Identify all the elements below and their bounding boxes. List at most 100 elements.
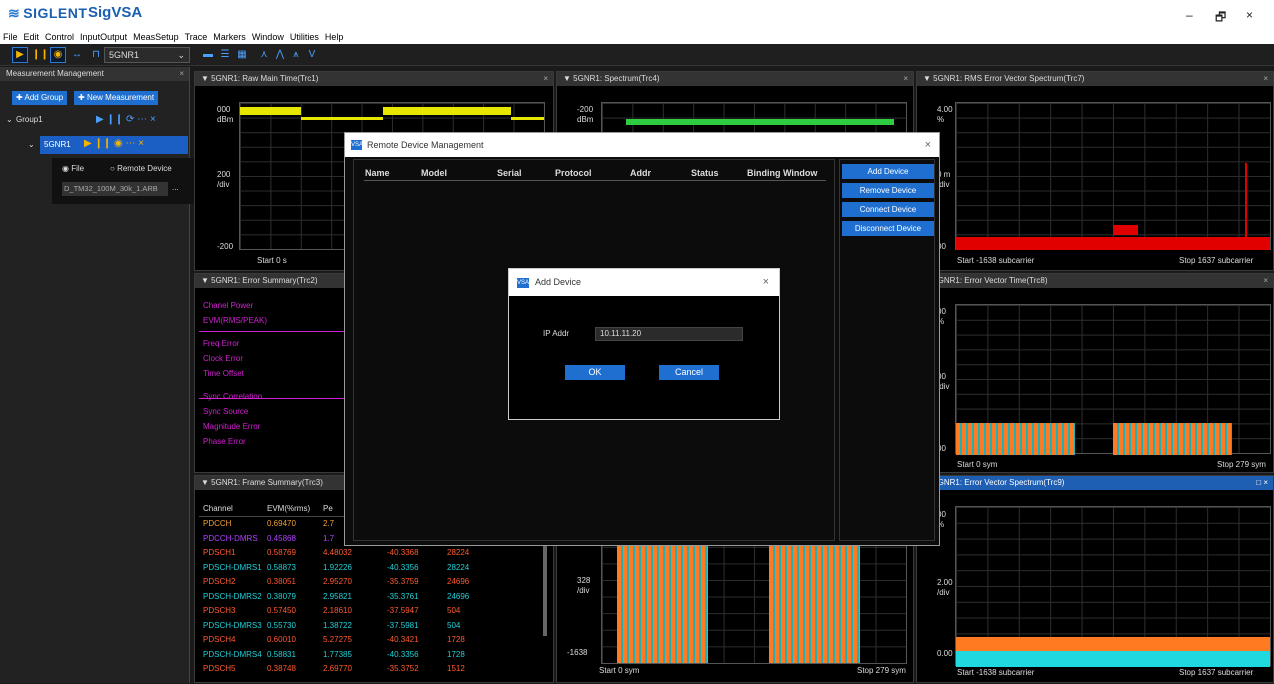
file-path-field[interactable]: D_TM32_100M_30k_1.ARB [62, 182, 168, 196]
restore-button[interactable]: 🗗 [1215, 8, 1226, 29]
close-icon[interactable]: × [179, 67, 184, 81]
layout-2-icon[interactable]: ☰ [217, 47, 233, 63]
add-group-label: Add Group [24, 93, 64, 102]
table-cell-evm: 0.38051 [267, 577, 296, 586]
column-header-addr: Addr [630, 168, 651, 178]
pause-icon[interactable]: ❙❙ [31, 47, 49, 63]
x-stop-label: Stop 1637 subcarrier [1179, 668, 1254, 677]
layout-grid-icon[interactable]: ▦ [234, 47, 250, 63]
close-icon[interactable]: × [763, 269, 769, 296]
phase-error-label: Phase Error [203, 437, 246, 446]
measurement-row[interactable]: 5GNR1 ▶ ❙❙ ◉ ⋯ × [40, 136, 188, 154]
menu-bar: File Edit Control InputOutput MeasSetup Trace… [0, 30, 1274, 44]
table-cell-evm: 0.69470 [267, 519, 296, 528]
toolbar: ▶ ❙❙ ◉ ↔ ⊓ 5GNR1 ⌄ ▬ ☰ ▦ ⋏ ⋀ ⩚ V [0, 44, 1274, 66]
chevron-down-icon: ⌄ [177, 50, 185, 60]
table-row: PDSCH5 0.38748 2.69770 -35.3752 1512 [203, 664, 543, 678]
sync-source-label: Sync Source [203, 407, 249, 416]
measurement-icon[interactable]: ⊓ [88, 47, 104, 63]
new-measurement-button[interactable]: ✚ New Measurement [74, 91, 159, 105]
close-icon[interactable]: × [925, 133, 931, 157]
measurement-controls-icon[interactable]: ▶ ❙❙ ◉ ⋯ × [84, 138, 144, 149]
menu-meassetup[interactable]: MeasSetup [130, 30, 182, 44]
menu-inputoutput[interactable]: InputOutput [77, 30, 130, 44]
column-header-binding-window: Binding Window [747, 168, 818, 178]
table-cell-c4: -35.3752 [387, 664, 419, 673]
table-cell-c5: 24696 [447, 591, 470, 601]
close-icon[interactable]: × [903, 72, 908, 86]
error-vector-spectrum-header: ▼ 5GNR1: Error Vector Spectrum(Trc9)□ × [917, 476, 1273, 490]
file-radio-label: File [71, 164, 85, 173]
menu-window[interactable]: Window [249, 30, 287, 44]
table-cell-ch: PDSCH4 [203, 635, 236, 644]
marker-2-icon[interactable]: ⋀ [272, 47, 288, 63]
rms-evs-grid [955, 102, 1271, 250]
single-sweep-icon[interactable]: ◉ [50, 47, 66, 63]
table-cell-evm: 0.58769 [267, 548, 296, 557]
evs-grid [955, 506, 1271, 667]
title-bar: ≋ SIGLENT SigVSA – 🗗 × [0, 0, 1274, 30]
close-icon[interactable]: □ × [1256, 476, 1268, 490]
table-cell-c4: -40.3368 [387, 548, 419, 557]
panel-title: 5GNR1: Spectrum(Trc4) [573, 74, 660, 83]
group-row[interactable]: ⌄ Group1 ▶ ❙❙ ⟳ ⋯ × [0, 111, 190, 129]
table-row: PDSCH-DMRS4 0.58831 1.77385 -40.3356 1728 [203, 650, 543, 664]
table-cell-pe: 4.48032 [323, 548, 352, 557]
file-radio[interactable]: ◉ File [62, 164, 84, 173]
table-cell-c5: 1728 [447, 649, 465, 659]
close-window-button[interactable]: × [1246, 8, 1253, 22]
marker-3-icon[interactable]: ⩚ [288, 47, 304, 63]
orange-trace-block [956, 423, 1076, 455]
menu-control[interactable]: Control [42, 30, 77, 44]
play-icon[interactable]: ▶ [12, 47, 28, 63]
layout-1-icon[interactable]: ▬ [200, 47, 216, 63]
column-header-serial: Serial [497, 168, 522, 178]
table-row: PDSCH-DMRS3 0.55730 1.38722 -37.5981 504 [203, 621, 543, 635]
error-vector-spectrum-panel: ▼ 5GNR1: Error Vector Spectrum(Trc9)□ × … [916, 475, 1274, 683]
add-group-button[interactable]: ✚ Add Group [12, 91, 68, 105]
menu-edit[interactable]: Edit [21, 30, 43, 44]
menu-help[interactable]: Help [322, 30, 347, 44]
remove-device-button[interactable]: Remove Device [842, 183, 934, 198]
device-actions: Add Device Remove Device Connect Device … [839, 159, 935, 541]
browse-button[interactable]: ... [172, 183, 179, 192]
close-icon[interactable]: × [1263, 274, 1268, 288]
x-start-label: Start -1638 subcarrier [957, 668, 1035, 677]
menu-utilities[interactable]: Utilities [287, 30, 322, 44]
group-controls-icon[interactable]: ▶ ❙❙ ⟳ ⋯ × [96, 114, 156, 125]
continuous-icon[interactable]: ↔ [69, 47, 85, 63]
panel-title: 5GNR1: Frame Summary(Trc3) [211, 478, 323, 487]
table-cell-pe: 2.95821 [323, 591, 352, 601]
table-cell-c4: -40.3356 [387, 562, 419, 572]
ok-button[interactable]: OK [565, 365, 625, 380]
measurement-select[interactable]: 5GNR1 ⌄ [104, 47, 190, 63]
disconnect-device-button[interactable]: Disconnect Device [842, 221, 934, 236]
table-cell-c5: 1728 [447, 635, 465, 644]
table-row: PDSCH1 0.58769 4.48032 -40.3368 28224 [203, 548, 543, 562]
table-cell-pe: 1.77385 [323, 649, 352, 659]
minimize-button[interactable]: – [1186, 8, 1193, 22]
cancel-button[interactable]: Cancel [659, 365, 719, 380]
freq-error-label: Freq Error [203, 339, 240, 348]
peak-icon[interactable]: V [304, 47, 320, 63]
x-stop-label: Stop 279 sym [857, 666, 906, 675]
menu-file[interactable]: File [0, 30, 21, 44]
y-bottom-label: -200 [217, 242, 234, 251]
add-device-button[interactable]: Add Device [842, 164, 934, 179]
measurement-select-value: 5GNR1 [109, 50, 140, 60]
ip-addr-input[interactable]: 10.11.11.20 [595, 327, 743, 341]
x-start-label: Start -1638 subcarrier [957, 256, 1035, 265]
connect-device-button[interactable]: Connect Device [842, 202, 934, 217]
close-icon[interactable]: × [1263, 72, 1268, 86]
panel-title: 5GNR1: Raw Main Time(Trc1) [211, 74, 319, 83]
remote-device-radio[interactable]: ○ Remote Device [110, 164, 172, 173]
marker-1-icon[interactable]: ⋏ [256, 47, 272, 63]
error-vector-time-header: ▼ 5GNR1: Error Vector Time(Trc8)× [917, 274, 1273, 288]
ip-addr-label: IP Addr [543, 329, 570, 338]
menu-trace[interactable]: Trace [182, 30, 211, 44]
menu-markers[interactable]: Markers [210, 30, 249, 44]
close-icon[interactable]: × [543, 72, 548, 86]
table-cell-ch: PDSCH-DMRS1 [203, 562, 262, 572]
table-cell-pe: 1.38722 [323, 620, 352, 630]
clock-error-label: Clock Error [203, 354, 244, 363]
